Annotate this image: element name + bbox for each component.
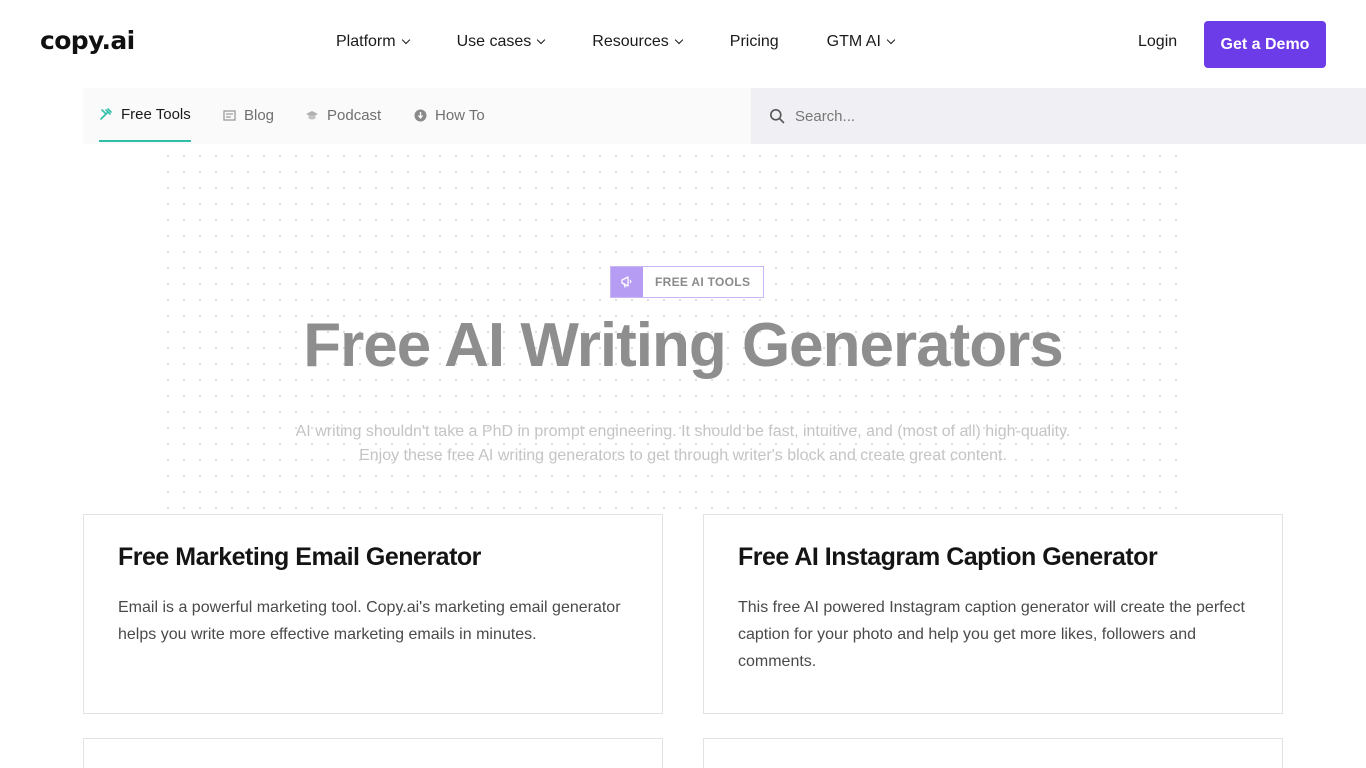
nav-gtm-ai[interactable]: GTM AI (826, 33, 896, 51)
nav-use-cases-label: Use cases (456, 33, 532, 50)
subtitle-line-1: AI writing shouldn't take a PhD in promp… (295, 423, 1071, 440)
top-nav: copy.ai Platform Use cases Resources Pri… (0, 0, 1366, 88)
nav-pricing[interactable]: Pricing (730, 33, 779, 51)
tab-blog[interactable]: Blog (222, 88, 274, 142)
tool-card-instagram-caption[interactable]: Free AI Instagram Caption Generator This… (703, 514, 1283, 714)
page-title: Free AI Writing Generators (303, 311, 1064, 380)
search-box (751, 88, 1366, 144)
resource-subnav: Free Tools Blog Podcast How To (83, 88, 1366, 144)
chevron-down-icon (886, 35, 896, 45)
login-link[interactable]: Login (1138, 33, 1177, 51)
card-description: Email is a powerful marketing tool. Copy… (118, 599, 621, 643)
tools-icon (99, 107, 113, 121)
tool-card[interactable] (83, 738, 663, 768)
tab-podcast[interactable]: Podcast (305, 88, 381, 142)
copyai-logo[interactable]: copy.ai (40, 26, 135, 55)
megaphone-icon (611, 267, 643, 297)
tab-blog-label: Blog (244, 106, 275, 124)
chevron-down-icon (537, 35, 546, 45)
tool-card[interactable] (703, 738, 1283, 768)
get-demo-button[interactable]: Get a Demo (1204, 21, 1326, 68)
nav-pricing-label: Pricing (729, 33, 779, 50)
nav-platform-label: Platform (336, 33, 396, 50)
resource-tabs: Free Tools Blog Podcast How To (83, 88, 751, 144)
page-subtitle: AI writing shouldn't take a PhD in promp… (0, 420, 1366, 468)
blog-icon (222, 108, 236, 122)
badge-label: FREE AI TOOLS (655, 275, 751, 289)
tab-free-tools[interactable]: Free Tools (99, 88, 191, 142)
free-ai-tools-badge: FREE AI TOOLS (610, 266, 765, 298)
search-input[interactable] (795, 107, 1295, 125)
tool-card-marketing-email[interactable]: Free Marketing Email Generator Email is … (83, 514, 663, 714)
nav-gtm-ai-label: GTM AI (826, 33, 881, 50)
podcast-icon (305, 108, 319, 122)
tab-how-to[interactable]: How To (413, 88, 485, 142)
card-title: Free Marketing Email Generator (118, 543, 481, 571)
card-title: Free AI Instagram Caption Generator (738, 543, 1158, 571)
subtitle-line-2: Enjoy these free AI writing generators t… (359, 447, 1007, 464)
chevron-down-icon (674, 35, 684, 45)
nav-resources-label: Resources (592, 33, 669, 50)
main-menu: Platform Use cases Resources Pricing GTM… (336, 33, 896, 51)
nav-use-cases[interactable]: Use cases (456, 33, 546, 51)
how-to-icon (413, 108, 427, 122)
nav-resources[interactable]: Resources (592, 33, 684, 51)
tab-free-tools-label: Free Tools (121, 105, 191, 123)
tab-how-to-label: How To (435, 106, 485, 124)
nav-platform[interactable]: Platform (336, 33, 410, 51)
tab-podcast-label: Podcast (327, 106, 382, 124)
card-description: This free AI powered Instagram caption g… (738, 599, 1245, 670)
chevron-down-icon (401, 35, 410, 45)
search-icon (770, 109, 785, 124)
